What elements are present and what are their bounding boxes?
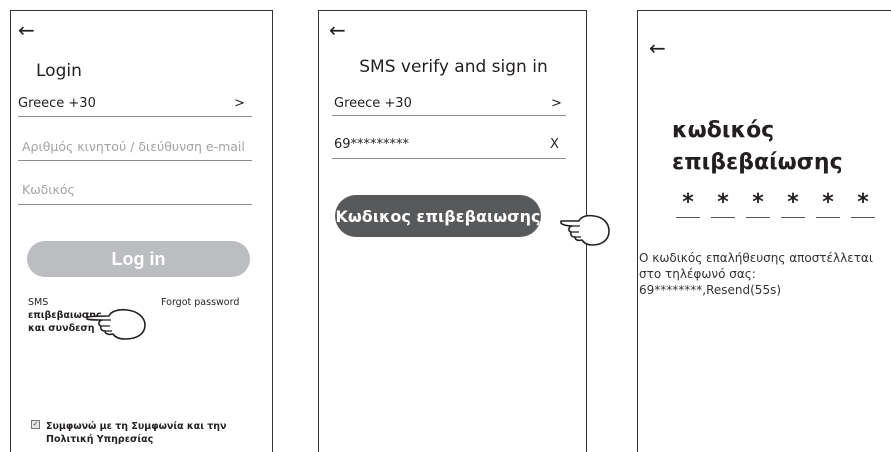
info-line: Ο κωδικός επαλήθευσης αποστέλλεται	[639, 251, 873, 265]
divider	[18, 116, 252, 117]
divider	[332, 115, 566, 116]
code-sent-message: Ο κωδικός επαλήθευσης αποστέλλεται στο τ…	[638, 250, 891, 298]
country-selector[interactable]: Greece +30	[334, 96, 412, 111]
info-line: στο τηλέφωνό σας:	[639, 267, 756, 281]
agreement-text[interactable]: Συμφωνώ με τη Συμφωνία και την Πολιτική …	[46, 420, 271, 446]
country-selector[interactable]: Greece +30	[18, 96, 96, 111]
code-digit[interactable]: *	[676, 192, 700, 218]
phone-input[interactable]: 69*********	[334, 137, 409, 152]
chevron-right-icon[interactable]: >	[234, 96, 245, 111]
code-digit[interactable]: *	[851, 192, 875, 218]
code-input[interactable]: * * * * * *	[676, 192, 875, 218]
code-digit[interactable]: *	[746, 192, 770, 218]
arrow-left-icon[interactable]: ←	[18, 20, 35, 40]
page-title: κωδικός επιβεβαίωσης	[672, 118, 843, 175]
clear-icon[interactable]: X	[550, 137, 559, 152]
page-title: Login	[36, 61, 82, 81]
divider	[18, 160, 252, 161]
code-digit[interactable]: *	[816, 192, 840, 218]
arrow-left-icon[interactable]: ←	[329, 20, 346, 40]
phone-email-input[interactable]: Αριθμός κινητού / διεύθυνση e-mail	[22, 139, 245, 154]
verification-code-screen: ← κωδικός επιβεβαίωσης * * * * * * Ο κωδ…	[637, 10, 891, 452]
page-title: SMS verify and sign in	[359, 57, 548, 77]
login-button[interactable]: Log in	[27, 241, 250, 277]
divider	[18, 204, 252, 205]
send-code-button[interactable]: Κωδικος επιβεβαιωσης	[335, 195, 541, 237]
sms-verify-screen: ← SMS verify and sign in Greece +30 > 69…	[318, 10, 610, 452]
resend-link[interactable]: 69********,Resend(55s)	[639, 282, 891, 298]
code-digit[interactable]: *	[711, 192, 735, 218]
code-digit[interactable]: *	[781, 192, 805, 218]
login-screen: ← Login Greece +30 > Αριθμός κινητού / δ…	[10, 10, 273, 452]
divider	[332, 158, 566, 159]
pointing-hand-icon	[86, 308, 146, 340]
agree-checkbox[interactable]: ✓	[31, 420, 40, 429]
pointing-hand-icon	[560, 214, 610, 246]
chevron-right-icon[interactable]: >	[551, 96, 562, 111]
arrow-left-icon[interactable]: ←	[649, 38, 666, 58]
password-input[interactable]: Κωδικός	[22, 182, 75, 197]
forgot-password-link[interactable]: Forgot password	[161, 296, 239, 309]
